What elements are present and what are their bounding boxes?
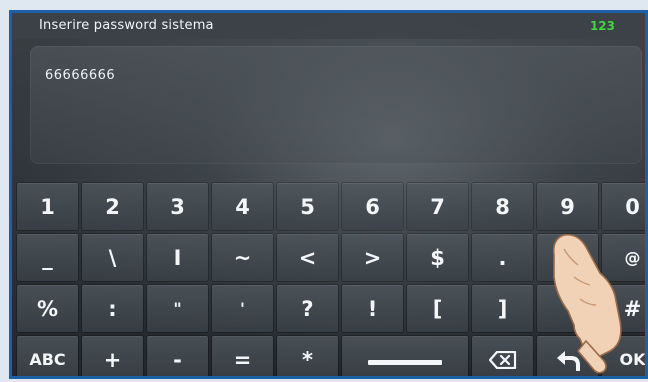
on-screen-keyboard: 1 2 3 4 5 6 7 8 9 0 _ \ I ~ < > $ . @ % … <box>17 183 645 376</box>
key-equals[interactable]: = <box>212 336 273 376</box>
backspace-button[interactable] <box>472 336 533 376</box>
key-close-bracket[interactable]: ] <box>472 285 533 332</box>
key-0[interactable]: 0 <box>602 183 645 230</box>
key-5[interactable]: 5 <box>277 183 338 230</box>
key-hash[interactable]: # <box>602 285 645 332</box>
key-question[interactable]: ? <box>277 285 338 332</box>
numeric-mode-badge[interactable]: 123 <box>590 19 615 33</box>
space-bar-icon <box>368 360 442 365</box>
key-period[interactable]: . <box>472 234 533 281</box>
page-title: Inserire password sistema <box>39 18 214 33</box>
key-open-bracket[interactable]: [ <box>407 285 468 332</box>
key-hidden-r2[interactable] <box>537 234 598 281</box>
key-tilde[interactable]: ~ <box>212 234 273 281</box>
key-at[interactable]: @ <box>602 234 645 281</box>
key-3[interactable]: 3 <box>147 183 208 230</box>
key-double-quote[interactable]: " <box>147 285 208 332</box>
key-hidden-r3[interactable] <box>537 285 598 332</box>
key-1[interactable]: 1 <box>17 183 78 230</box>
key-percent[interactable]: % <box>17 285 78 332</box>
key-6[interactable]: 6 <box>342 183 403 230</box>
key-minus[interactable]: - <box>147 336 208 376</box>
key-4[interactable]: 4 <box>212 183 273 230</box>
backspace-icon <box>488 350 516 369</box>
password-input[interactable]: 66666666 <box>30 46 642 164</box>
key-underscore[interactable]: _ <box>17 234 78 281</box>
key-single-quote[interactable]: ' <box>212 285 273 332</box>
key-backslash[interactable]: \ <box>82 234 143 281</box>
abc-button[interactable]: ABC <box>17 336 78 376</box>
key-dollar[interactable]: $ <box>407 234 468 281</box>
key-less-than[interactable]: < <box>277 234 338 281</box>
key-colon[interactable]: : <box>82 285 143 332</box>
title-bar: Inserire password sistema 123 <box>12 13 645 39</box>
space-button[interactable] <box>342 336 468 376</box>
key-exclamation[interactable]: ! <box>342 285 403 332</box>
password-value: 66666666 <box>45 68 116 83</box>
key-greater-than[interactable]: > <box>342 234 403 281</box>
device-frame: Inserire password sistema 123 66666666 1… <box>9 10 648 379</box>
key-7[interactable]: 7 <box>407 183 468 230</box>
ok-button[interactable]: OK <box>602 336 645 376</box>
key-pipe[interactable]: I <box>147 234 208 281</box>
back-arrow-icon <box>556 350 580 371</box>
key-asterisk[interactable]: * <box>277 336 338 376</box>
key-plus[interactable]: + <box>82 336 143 376</box>
key-9[interactable]: 9 <box>537 183 598 230</box>
back-button[interactable] <box>537 336 598 376</box>
screen: Inserire password sistema 123 66666666 1… <box>12 13 645 376</box>
key-8[interactable]: 8 <box>472 183 533 230</box>
key-2[interactable]: 2 <box>82 183 143 230</box>
